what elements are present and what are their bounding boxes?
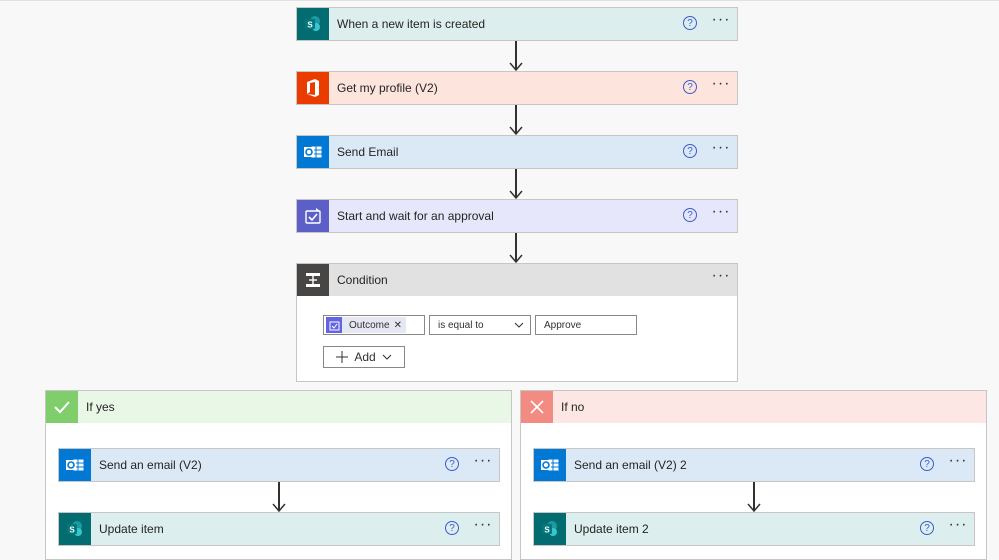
- operator-select[interactable]: is equal to: [429, 315, 531, 335]
- get-profile-card[interactable]: Get my profile (V2) ? ···: [296, 71, 738, 105]
- svg-text:S: S: [69, 526, 75, 535]
- outcome-token[interactable]: Outcome ✕: [326, 317, 406, 333]
- approval-card[interactable]: Start and wait for an approval ? ···: [296, 199, 738, 233]
- step-title: Send Email: [337, 145, 399, 159]
- more-options-icon[interactable]: ···: [948, 453, 968, 471]
- outlook-icon: [297, 136, 329, 168]
- close-icon: [521, 391, 553, 423]
- connector-arrow: [747, 482, 761, 512]
- step-title: Start and wait for an approval: [337, 209, 494, 223]
- add-label: Add: [354, 350, 376, 364]
- help-icon[interactable]: ?: [445, 521, 459, 535]
- step-title: Get my profile (V2): [337, 81, 438, 95]
- more-options-icon[interactable]: ···: [473, 453, 493, 471]
- right-operand-field[interactable]: Approve: [535, 315, 637, 335]
- more-options-icon[interactable]: ···: [711, 204, 731, 222]
- send-email-v2-card[interactable]: Send an email (V2) ? ···: [58, 448, 500, 482]
- checkmark-icon: [46, 391, 78, 423]
- help-icon[interactable]: ?: [683, 80, 697, 94]
- approvals-icon: [297, 200, 329, 232]
- operator-value: is equal to: [438, 320, 484, 331]
- help-icon[interactable]: ?: [683, 16, 697, 30]
- update-item-card[interactable]: S Update item ? ···: [58, 512, 500, 546]
- connector-arrow: [509, 41, 523, 71]
- help-icon[interactable]: ?: [683, 208, 697, 222]
- action-title: Send an email (V2): [99, 458, 202, 472]
- condition-icon: [297, 264, 329, 296]
- condition-title: Condition: [337, 273, 388, 287]
- sharepoint-icon: S: [297, 8, 329, 40]
- outlook-icon: [534, 449, 566, 481]
- step-title: When a new item is created: [337, 17, 486, 31]
- condition-row: Outcome ✕ is equal to Approve: [323, 315, 637, 335]
- action-title: Update item 2: [574, 522, 649, 536]
- trigger-card[interactable]: S When a new item is created ? ···: [296, 7, 738, 41]
- svg-text:S: S: [307, 21, 313, 30]
- send-email-card[interactable]: Send Email ? ···: [296, 135, 738, 169]
- remove-token-icon[interactable]: ✕: [394, 320, 402, 331]
- sharepoint-icon: S: [59, 513, 91, 545]
- help-icon[interactable]: ?: [445, 457, 459, 471]
- help-icon[interactable]: ?: [920, 457, 934, 471]
- more-options-icon[interactable]: ···: [711, 268, 731, 286]
- update-item-2-card[interactable]: S Update item 2 ? ···: [533, 512, 975, 546]
- send-email-v2-2-card[interactable]: Send an email (V2) 2 ? ···: [533, 448, 975, 482]
- more-options-icon[interactable]: ···: [473, 517, 493, 535]
- svg-text:S: S: [544, 526, 550, 535]
- connector-arrow: [509, 105, 523, 135]
- office-icon: [297, 72, 329, 104]
- chevron-down-icon: [514, 322, 524, 328]
- branch-title: If yes: [86, 400, 115, 414]
- connector-arrow: [509, 169, 523, 199]
- action-title: Update item: [99, 522, 164, 536]
- connector-arrow: [509, 233, 523, 263]
- more-options-icon[interactable]: ···: [948, 517, 968, 535]
- sharepoint-icon: S: [534, 513, 566, 545]
- help-icon[interactable]: ?: [920, 521, 934, 535]
- more-options-icon[interactable]: ···: [711, 76, 731, 94]
- plus-icon: [336, 351, 349, 363]
- branch-title: If no: [561, 400, 585, 414]
- approvals-icon: [326, 317, 342, 333]
- outlook-icon: [59, 449, 91, 481]
- chevron-down-icon: [382, 354, 392, 360]
- more-options-icon[interactable]: ···: [711, 140, 731, 158]
- left-operand-field[interactable]: Outcome ✕: [323, 315, 425, 335]
- action-title: Send an email (V2) 2: [574, 458, 687, 472]
- add-button[interactable]: Add: [323, 346, 405, 368]
- help-icon[interactable]: ?: [683, 144, 697, 158]
- more-options-icon[interactable]: ···: [711, 12, 731, 30]
- token-label: Outcome: [349, 319, 390, 331]
- top-divider: [0, 0, 999, 1]
- condition-card[interactable]: Condition ··· Outcome ✕ is equal to Appr…: [296, 263, 738, 382]
- connector-arrow: [272, 482, 286, 512]
